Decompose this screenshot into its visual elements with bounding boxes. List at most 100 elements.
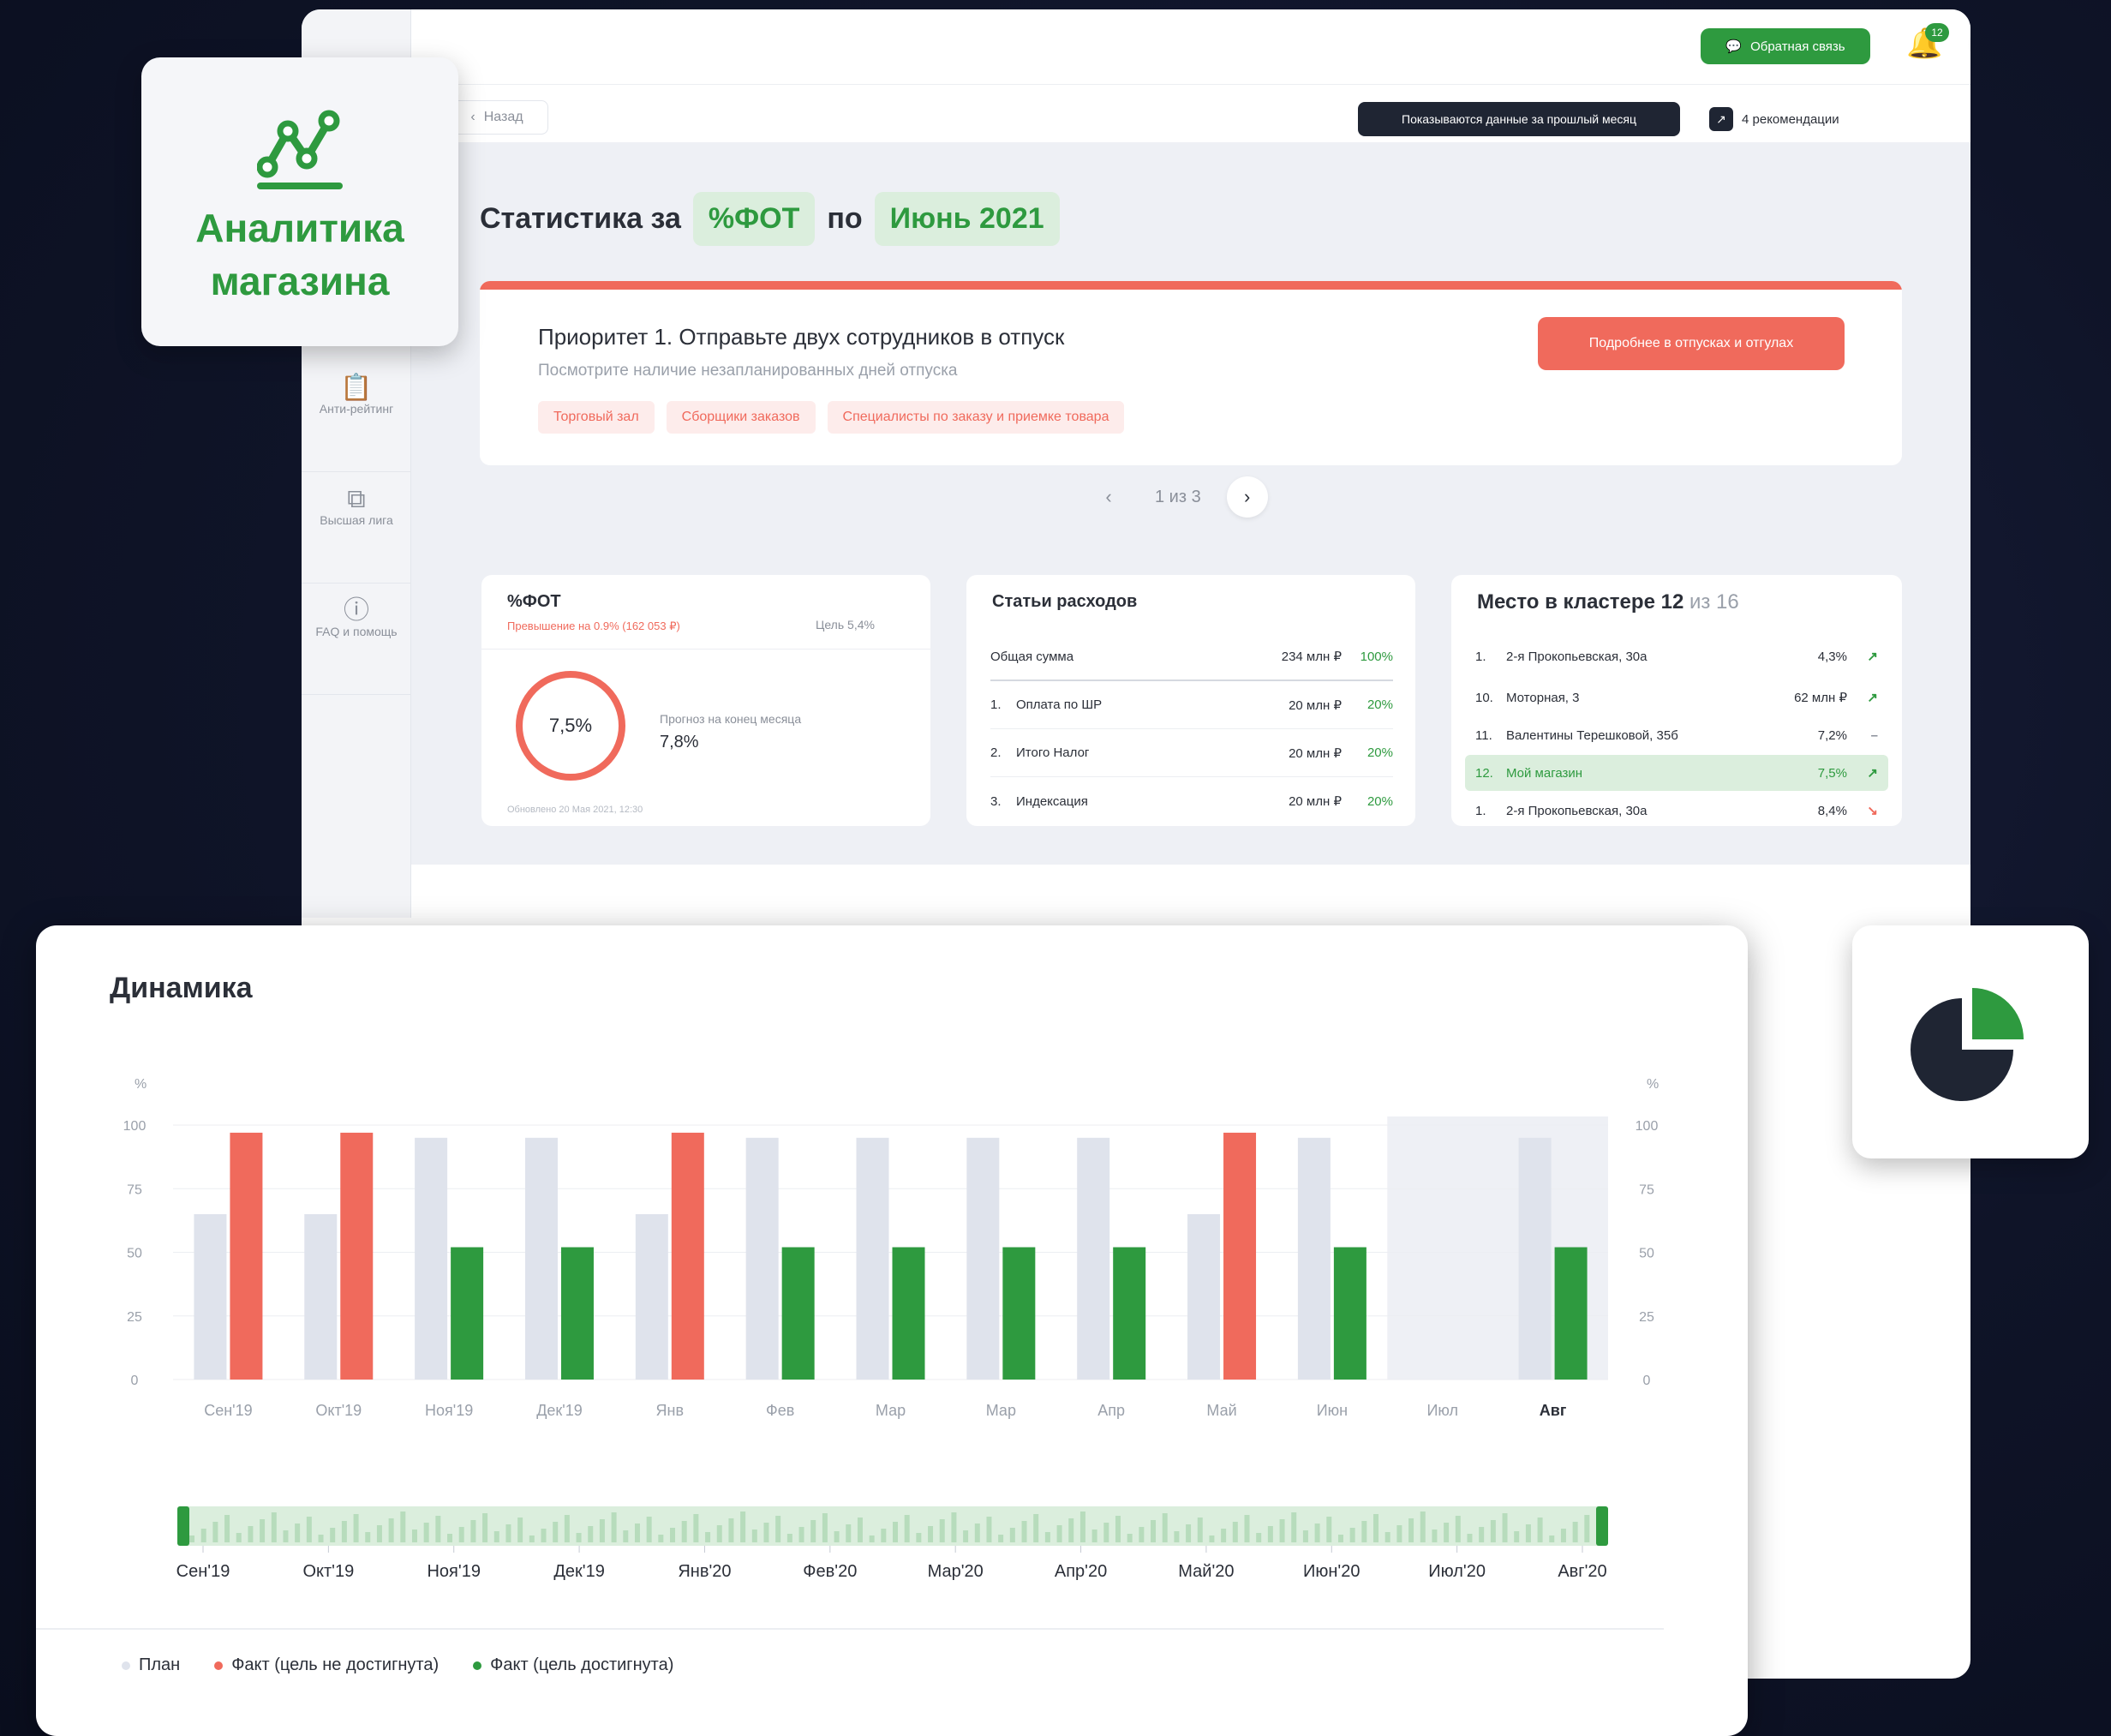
navigator-spark-bar — [189, 1535, 194, 1542]
list-item[interactable]: 11. Валентины Терешковой, 35б 7,2% – — [1465, 717, 1888, 753]
priority-card: Приоритет 1. Отправьте двух сотрудников … — [480, 281, 1902, 465]
navigator-spark-bar — [388, 1518, 394, 1542]
navigator-spark-bar — [857, 1518, 863, 1542]
notifications-button[interactable]: 🔔 12 — [1906, 23, 1949, 68]
navigator-spark-bar — [435, 1516, 441, 1542]
navigator-spark-bar — [705, 1532, 711, 1542]
navigator-label: Май'20 — [1178, 1562, 1234, 1581]
sidebar-item-antirating[interactable]: 📋 Анти-рейтинг — [302, 368, 411, 472]
navigator-spark-bar — [330, 1528, 336, 1542]
navigator-label: Мар'20 — [928, 1562, 984, 1581]
navigator-spark-bar — [1127, 1534, 1133, 1542]
table-row: 3. Индексация 20 млн ₽ 20% — [990, 793, 1393, 810]
bar-fact-missed — [340, 1132, 374, 1380]
cluster-card: Место в кластере 12 из 16 1. 2-я Прокопь… — [1451, 575, 1902, 826]
navigator-spark-bar — [1467, 1534, 1473, 1542]
navigator-spark-bar — [916, 1533, 922, 1542]
navigator-spark-bar — [1444, 1523, 1450, 1542]
navigator-spark-bar — [1373, 1514, 1379, 1542]
list-item-my-store[interactable]: 12. Мой магазин 7,5% ↗ — [1465, 755, 1888, 791]
navigator-spark-bar — [423, 1523, 429, 1542]
bar-fact-achieved — [451, 1247, 484, 1380]
x-tick-label: Окт'19 — [315, 1402, 362, 1419]
navigator-spark-bar — [1056, 1525, 1062, 1542]
priority-title: Приоритет 1. Отправьте двух сотрудников … — [538, 324, 1065, 350]
navigator-spark-bar — [904, 1515, 910, 1542]
y-tick-label-left: 100 — [123, 1119, 147, 1134]
chart-legend: План Факт (цель не достигнута) Факт (цел… — [122, 1655, 673, 1675]
navigator-label: Фев'20 — [803, 1562, 857, 1581]
avatar[interactable] — [1969, 25, 1970, 64]
navigator-spark-bar — [751, 1529, 757, 1542]
navigator-spark-bar — [224, 1515, 230, 1542]
sidebar-item-league[interactable]: ⧉ Высшая лига — [302, 479, 411, 584]
back-button[interactable]: ‹ Назад — [446, 100, 548, 135]
list-item[interactable]: 1. 2-я Прокопьевская, 30а 4,3% ↗ — [1465, 638, 1888, 674]
navigator-spark-bar — [447, 1534, 453, 1542]
navigator-spark-bar — [740, 1512, 746, 1542]
navigator-label: Ноя'19 — [427, 1562, 480, 1581]
list-item[interactable]: 10. Моторная, 3 62 млн ₽ ↗ — [1465, 679, 1888, 715]
metric-select[interactable]: %ФОТ — [692, 192, 816, 246]
priority-subtitle: Посмотрите наличие незапланированных дне… — [538, 362, 958, 380]
top-bar: 💬 Обратная связь 🔔 12 — [411, 9, 1970, 85]
navigator-spark-bar — [588, 1526, 594, 1542]
y-tick-label-right: 75 — [1639, 1182, 1654, 1197]
period-select[interactable]: Июнь 2021 — [874, 192, 1060, 246]
priority-details-button[interactable]: Подробнее в отпусках и отгулах — [1538, 317, 1845, 370]
navigator-spark-bar — [1291, 1512, 1297, 1542]
navigator-spark-bar — [1115, 1516, 1121, 1542]
x-tick-label: Июн — [1317, 1402, 1348, 1419]
navigator-spark-bar — [493, 1531, 499, 1542]
legend-item-achieved[interactable]: Факт (цель достигнута) — [473, 1655, 673, 1675]
priority-tag[interactable]: Специалисты по заказу и приемке товара — [827, 401, 1125, 434]
priority-tag[interactable]: Торговый зал — [538, 401, 655, 434]
list-item[interactable]: 1. 2-я Прокопьевская, 30а 8,4% ↘ — [1465, 793, 1888, 826]
navigator-spark-bar — [1151, 1520, 1157, 1542]
cluster-title: Место в кластере 12 из 16 — [1477, 590, 1739, 614]
legend-item-plan[interactable]: План — [122, 1655, 180, 1675]
chat-icon: 💬 — [1725, 39, 1743, 54]
feedback-button[interactable]: 💬 Обратная связь — [1701, 28, 1870, 64]
priority-accent-bar — [480, 281, 1902, 290]
navigator-spark-bar — [1361, 1521, 1367, 1542]
chart-up-icon: ↗ — [1709, 107, 1733, 131]
navigator-spark-bar — [646, 1517, 652, 1542]
divider — [481, 649, 930, 650]
navigator-label: Авг'20 — [1558, 1562, 1606, 1581]
dynamics-chart[interactable]: % % 0 0 25 25 50 50 75 75 100 100 Сен'19 Окт'19 Ноя'19… — [36, 1037, 1748, 1654]
fot-card: %ФОТ Превышение на 0.9% (162 053 ₽) Цель… — [481, 575, 930, 826]
navigator-spark-bar — [810, 1520, 816, 1542]
navigator-spark-bar — [353, 1514, 359, 1542]
sidebar-item-faq[interactable]: ⓘ FAQ и помощь — [302, 590, 411, 695]
y-tick-label-right: 50 — [1639, 1247, 1654, 1261]
bar-plan — [635, 1213, 668, 1380]
main-content: Статистика за %ФОТ по Июнь 2021 Приорите… — [411, 142, 1970, 865]
pager-prev-button[interactable]: ‹ — [1088, 476, 1129, 518]
bar-plan — [304, 1213, 338, 1380]
pager-next-button[interactable]: › — [1226, 476, 1268, 518]
forecast-value: 7,8% — [660, 733, 699, 751]
bar-fact-achieved — [1002, 1247, 1036, 1380]
navigator-spark-bar — [482, 1513, 488, 1542]
navigator-spark-bar — [1337, 1535, 1343, 1542]
navigator-spark-bar — [822, 1513, 828, 1542]
legend-item-missed[interactable]: Факт (цель не достигнута) — [214, 1655, 439, 1675]
navigator-spark-bar — [1244, 1515, 1250, 1542]
page-title: Статистика за %ФОТ по Июнь 2021 — [480, 192, 1060, 246]
navigator-spark-bar — [283, 1530, 289, 1542]
navigator-spark-bar — [458, 1527, 464, 1542]
priority-tag[interactable]: Сборщики заказов — [666, 401, 816, 434]
x-tick-label: Июл — [1426, 1402, 1458, 1419]
navigator-spark-bar — [599, 1519, 605, 1542]
bar-fact-achieved — [892, 1247, 925, 1380]
y-tick-label-left: 0 — [131, 1374, 139, 1388]
recommendations-link[interactable]: ↗ 4 рекомендации — [1709, 102, 1889, 136]
bar-plan — [966, 1137, 1000, 1380]
navigator-spark-bar — [716, 1525, 722, 1542]
x-tick-label: Май — [1206, 1402, 1236, 1419]
bar-plan — [415, 1137, 448, 1380]
navigator-spark-bar — [1009, 1528, 1015, 1542]
navigator-spark-bar — [986, 1517, 992, 1542]
navigator-spark-bar — [1162, 1513, 1168, 1542]
